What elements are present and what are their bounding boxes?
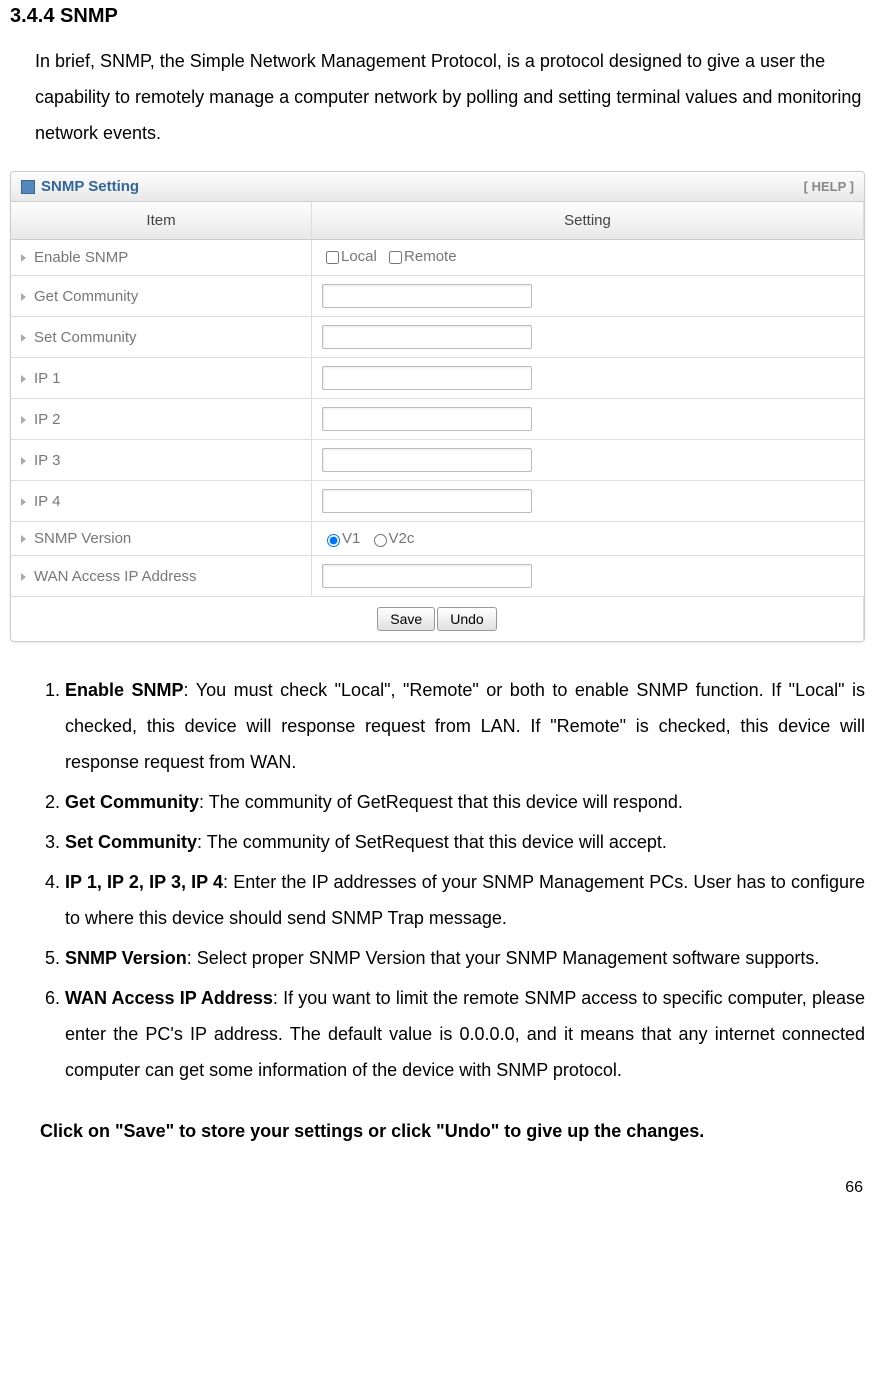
row-ip1: IP 1 — [11, 358, 864, 399]
item-bold: WAN Access IP Address — [65, 988, 273, 1008]
v1-label: V1 — [342, 530, 360, 547]
help-link[interactable]: [ HELP ] — [804, 179, 854, 194]
row-label: IP 1 — [34, 370, 60, 387]
item-bold: IP 1, IP 2, IP 3, IP 4 — [65, 872, 223, 892]
row-label: SNMP Version — [34, 530, 131, 547]
row-wan-access-ip: WAN Access IP Address — [11, 556, 864, 597]
set-community-input[interactable] — [322, 325, 532, 349]
row-label: WAN Access IP Address — [34, 568, 197, 585]
item-bold: Set Community — [65, 832, 197, 852]
col-setting: Setting — [312, 202, 864, 240]
item-bold: SNMP Version — [65, 948, 187, 968]
ip4-input[interactable] — [322, 489, 532, 513]
row-label: Set Community — [34, 329, 137, 346]
row-ip2: IP 2 — [11, 399, 864, 440]
v2c-label: V2c — [389, 530, 415, 547]
remote-checkbox[interactable] — [389, 251, 402, 264]
chevron-right-icon — [21, 498, 26, 506]
undo-button[interactable]: Undo — [437, 607, 496, 631]
chevron-right-icon — [21, 334, 26, 342]
panel-icon — [21, 180, 35, 194]
row-label: IP 4 — [34, 493, 60, 510]
ip3-input[interactable] — [322, 448, 532, 472]
remote-label: Remote — [404, 248, 457, 265]
row-label: Get Community — [34, 288, 138, 305]
chevron-right-icon — [21, 457, 26, 465]
item-text: : The community of GetRequest that this … — [199, 792, 683, 812]
row-snmp-version: SNMP Version V1 V2c — [11, 522, 864, 556]
chevron-right-icon — [21, 416, 26, 424]
list-item: Get Community: The community of GetReque… — [65, 784, 865, 820]
chevron-right-icon — [21, 293, 26, 301]
chevron-right-icon — [21, 375, 26, 383]
list-item: Set Community: The community of SetReque… — [65, 824, 865, 860]
chevron-right-icon — [21, 573, 26, 581]
item-bold: Enable SNMP — [65, 680, 184, 700]
closing-paragraph: Click on "Save" to store your settings o… — [40, 1113, 865, 1149]
snmp-table: Item Setting Enable SNMP Local Remote Ge… — [11, 202, 864, 641]
panel-title: SNMP Setting — [41, 178, 139, 195]
local-checkbox[interactable] — [326, 251, 339, 264]
row-enable-snmp: Enable SNMP Local Remote — [11, 240, 864, 276]
col-item: Item — [11, 202, 312, 240]
button-row: SaveUndo — [11, 597, 864, 642]
chevron-right-icon — [21, 254, 26, 262]
panel-header: SNMP Setting [ HELP ] — [11, 172, 864, 202]
v1-radio[interactable] — [327, 534, 340, 547]
row-get-community: Get Community — [11, 276, 864, 317]
item-bold: Get Community — [65, 792, 199, 812]
item-text: : You must check "Local", "Remote" or bo… — [65, 680, 865, 772]
snmp-setting-panel: SNMP Setting [ HELP ] Item Setting Enabl… — [10, 171, 865, 642]
row-label: IP 3 — [34, 452, 60, 469]
item-text: : Select proper SNMP Version that your S… — [187, 948, 820, 968]
local-label: Local — [341, 248, 377, 265]
intro-paragraph: In brief, SNMP, the Simple Network Manag… — [35, 43, 865, 151]
description-list: Enable SNMP: You must check "Local", "Re… — [40, 672, 865, 1088]
list-item: WAN Access IP Address: If you want to li… — [65, 980, 865, 1088]
list-item: IP 1, IP 2, IP 3, IP 4: Enter the IP add… — [65, 864, 865, 936]
row-label: IP 2 — [34, 411, 60, 428]
wan-access-ip-input[interactable] — [322, 564, 532, 588]
row-ip4: IP 4 — [11, 481, 864, 522]
list-item: SNMP Version: Select proper SNMP Version… — [65, 940, 865, 976]
save-button[interactable]: Save — [377, 607, 435, 631]
ip2-input[interactable] — [322, 407, 532, 431]
section-heading: 3.4.4 SNMP — [10, 5, 865, 28]
row-ip3: IP 3 — [11, 440, 864, 481]
ip1-input[interactable] — [322, 366, 532, 390]
item-text: : The community of SetRequest that this … — [197, 832, 667, 852]
chevron-right-icon — [21, 535, 26, 543]
row-label: Enable SNMP — [34, 249, 128, 266]
row-set-community: Set Community — [11, 317, 864, 358]
v2c-radio[interactable] — [374, 534, 387, 547]
page-number: 66 — [10, 1179, 865, 1197]
get-community-input[interactable] — [322, 284, 532, 308]
list-item: Enable SNMP: You must check "Local", "Re… — [65, 672, 865, 780]
